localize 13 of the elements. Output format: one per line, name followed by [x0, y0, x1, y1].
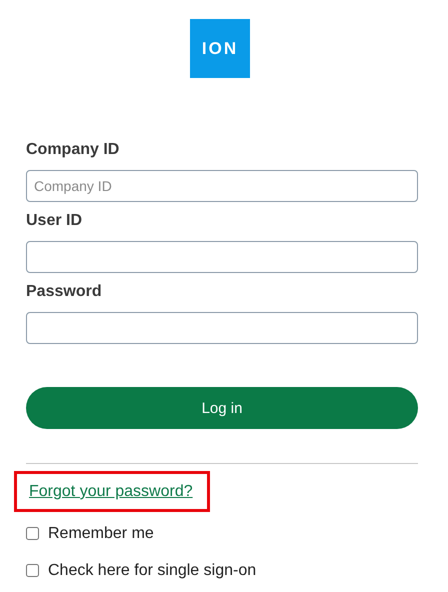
login-button[interactable]: Log in: [26, 387, 418, 429]
checkbox-label: Check here for single sign-on: [48, 562, 256, 580]
input-field[interactable]: [26, 241, 418, 273]
field-label: Password: [26, 282, 103, 302]
checkbox[interactable]: [26, 564, 39, 577]
input-field[interactable]: Company ID: [26, 170, 418, 202]
checkbox[interactable]: [26, 527, 39, 540]
field-label: Company ID: [26, 140, 120, 160]
logo: ION: [190, 19, 250, 78]
input-field[interactable]: [26, 312, 418, 344]
forgot-password-link[interactable]: Forgot your password?: [14, 471, 210, 512]
field-label: User ID: [26, 211, 84, 231]
checkbox-label: Remember me: [48, 524, 154, 542]
